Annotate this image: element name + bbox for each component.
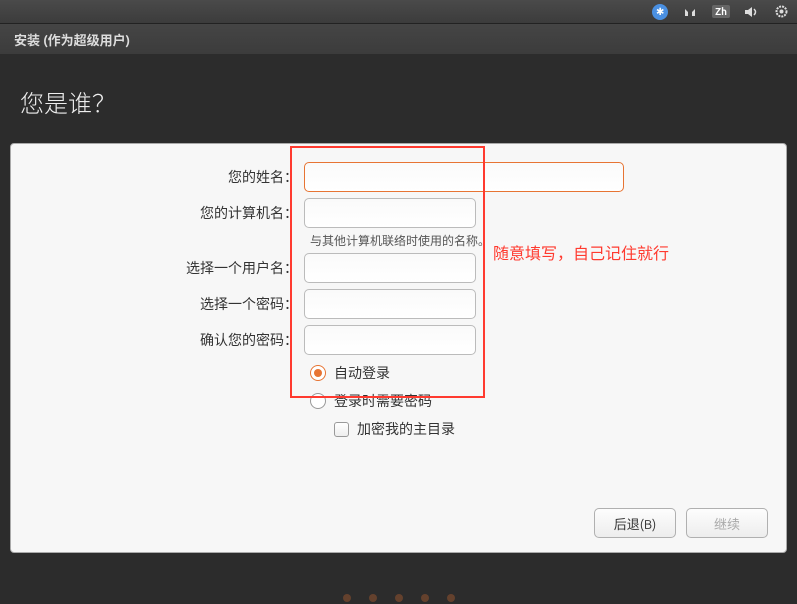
continue-button-label: 继续 bbox=[714, 514, 740, 533]
accessibility-icon[interactable]: ✱ bbox=[652, 4, 668, 20]
input-password[interactable] bbox=[304, 289, 476, 319]
window-title: 安装 (作为超级用户) bbox=[14, 30, 130, 49]
checkbox-encrypt-home[interactable]: 加密我的主目录 bbox=[334, 419, 768, 439]
label-confirm: 确认您的密码： bbox=[29, 330, 304, 350]
radio-require-password-label: 登录时需要密码 bbox=[334, 391, 432, 411]
dot-icon bbox=[447, 594, 455, 602]
footer-buttons: 后退(B) 继续 bbox=[594, 508, 768, 538]
back-button-label: 后退(B) bbox=[614, 514, 656, 533]
radio-icon bbox=[310, 365, 326, 381]
dot-icon bbox=[369, 594, 377, 602]
continue-button[interactable]: 继续 bbox=[686, 508, 768, 538]
settings-gear-icon[interactable] bbox=[774, 4, 789, 19]
annotation-text: 随意填写，自己记住就行 bbox=[493, 240, 669, 264]
radio-require-password[interactable]: 登录时需要密码 bbox=[310, 391, 768, 411]
radio-auto-login[interactable]: 自动登录 bbox=[310, 363, 768, 383]
checkbox-icon bbox=[334, 422, 349, 437]
row-computer: 您的计算机名： bbox=[29, 198, 768, 228]
input-confirm[interactable] bbox=[304, 325, 476, 355]
input-name[interactable] bbox=[304, 162, 624, 192]
window-titlebar: 安装 (作为超级用户) bbox=[0, 24, 797, 54]
radio-auto-login-label: 自动登录 bbox=[334, 363, 390, 383]
label-password: 选择一个密码： bbox=[29, 294, 304, 314]
row-name: 您的姓名： bbox=[29, 162, 768, 192]
system-menubar: ✱ Zh bbox=[0, 0, 797, 24]
volume-icon[interactable] bbox=[744, 5, 760, 19]
row-password: 选择一个密码： bbox=[29, 289, 768, 319]
form-panel: 随意填写，自己记住就行 您的姓名： 您的计算机名： 与其他计算机联络时使用的名称… bbox=[10, 143, 787, 553]
input-computer[interactable] bbox=[304, 198, 476, 228]
back-button[interactable]: 后退(B) bbox=[594, 508, 676, 538]
checkbox-encrypt-label: 加密我的主目录 bbox=[357, 419, 455, 439]
dot-icon bbox=[395, 594, 403, 602]
network-icon[interactable] bbox=[682, 5, 698, 19]
main-content: 您是谁？ 随意填写，自己记住就行 您的姓名： 您的计算机名： 与其他计算机联络时… bbox=[0, 54, 797, 553]
input-username[interactable] bbox=[304, 253, 476, 283]
page-heading: 您是谁？ bbox=[0, 54, 797, 139]
label-computer: 您的计算机名： bbox=[29, 203, 304, 223]
label-name: 您的姓名： bbox=[29, 167, 304, 187]
radio-icon bbox=[310, 393, 326, 409]
page-dots bbox=[343, 594, 455, 604]
row-confirm: 确认您的密码： bbox=[29, 325, 768, 355]
dot-icon bbox=[343, 594, 351, 602]
dot-icon bbox=[421, 594, 429, 602]
input-method-indicator[interactable]: Zh bbox=[712, 5, 730, 18]
label-username: 选择一个用户名： bbox=[29, 258, 304, 278]
